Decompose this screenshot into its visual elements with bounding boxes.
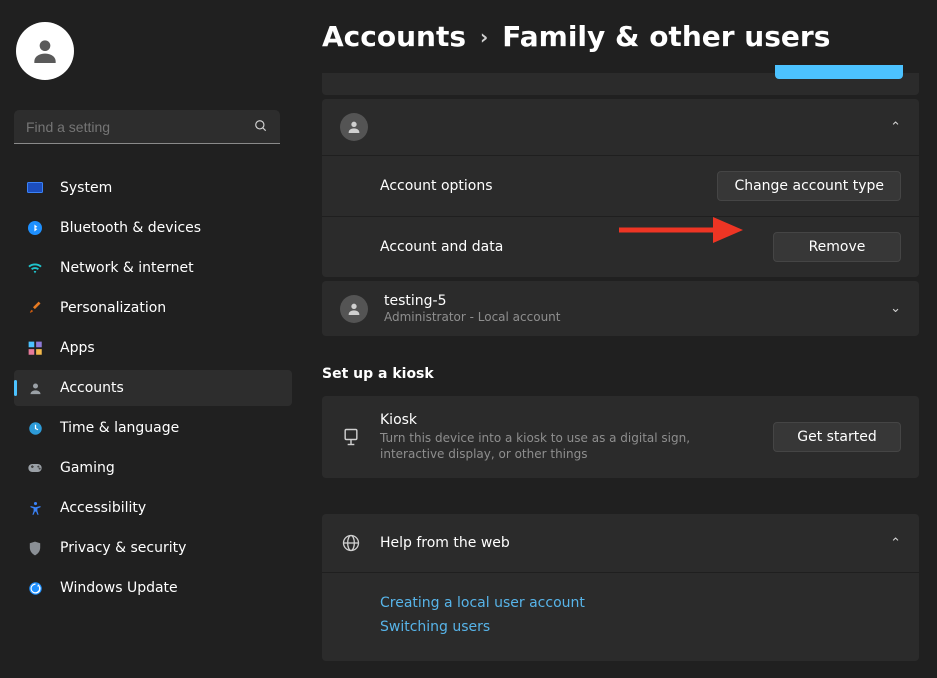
nav-item-accounts[interactable]: Accounts [14, 370, 292, 406]
chevron-right-icon: › [480, 25, 488, 49]
nav-item-windows-update[interactable]: Windows Update [14, 570, 292, 606]
chevron-down-icon: ⌄ [890, 301, 901, 316]
gaming-icon [26, 459, 44, 477]
nav-item-bluetooth[interactable]: Bluetooth & devices [14, 210, 292, 246]
nav-item-gaming[interactable]: Gaming [14, 450, 292, 486]
kiosk-section-title: Set up a kiosk [322, 366, 919, 382]
nav-label: Accounts [60, 380, 124, 396]
shield-icon [26, 539, 44, 557]
apps-icon [26, 339, 44, 357]
nav-label: Gaming [60, 460, 115, 476]
nav-label: Personalization [60, 300, 166, 316]
nav-item-time-language[interactable]: Time & language [14, 410, 292, 446]
nav-list: System Bluetooth & devices Network & int… [14, 170, 292, 606]
user-role: Administrator - Local account [384, 310, 890, 324]
person-icon [346, 301, 362, 317]
nav-label: Bluetooth & devices [60, 220, 201, 236]
account-options-row: Account options Change account type [322, 155, 919, 216]
brush-icon [26, 299, 44, 317]
main-content: Accounts › Family & other users ⌃ Accoun… [300, 0, 937, 678]
accounts-icon [26, 379, 44, 397]
nav-label: Time & language [60, 420, 179, 436]
system-icon [26, 179, 44, 197]
bluetooth-icon [26, 219, 44, 237]
nav-label: Accessibility [60, 500, 146, 516]
profile-avatar[interactable] [16, 22, 74, 80]
breadcrumb: Accounts › Family & other users [322, 20, 919, 53]
chevron-up-icon: ⌃ [890, 120, 901, 135]
nav-item-personalization[interactable]: Personalization [14, 290, 292, 326]
help-links: Creating a local user account Switching … [322, 572, 919, 661]
add-account-banner [322, 73, 919, 95]
nav-item-apps[interactable]: Apps [14, 330, 292, 366]
kiosk-description: Turn this device into a kiosk to use as … [380, 430, 750, 462]
nav-label: Windows Update [60, 580, 178, 596]
nav-label: Apps [60, 340, 95, 356]
person-icon [346, 119, 362, 135]
kiosk-icon [340, 426, 362, 448]
search-icon [254, 119, 268, 137]
user-name: testing-5 [384, 293, 890, 309]
user-avatar-small [340, 113, 368, 141]
account-options-label: Account options [380, 178, 717, 194]
nav-item-network[interactable]: Network & internet [14, 250, 292, 286]
person-icon [29, 35, 61, 67]
breadcrumb-parent[interactable]: Accounts [322, 20, 466, 53]
account-data-row: Account and data Remove [322, 216, 919, 277]
nav-label: Privacy & security [60, 540, 186, 556]
sidebar: System Bluetooth & devices Network & int… [0, 0, 300, 678]
help-title: Help from the web [380, 535, 890, 551]
user-card-expanded: ⌃ Account options Change account type Ac… [322, 99, 919, 277]
user-avatar-small [340, 295, 368, 323]
search-box[interactable] [14, 110, 280, 144]
change-account-type-button[interactable]: Change account type [717, 171, 901, 201]
remove-button[interactable]: Remove [773, 232, 901, 262]
update-icon [26, 579, 44, 597]
wifi-icon [26, 259, 44, 277]
user-card-collapsed[interactable]: testing-5 Administrator - Local account … [322, 281, 919, 336]
chevron-up-icon: ⌃ [890, 536, 901, 551]
help-card: Help from the web ⌃ Creating a local use… [322, 514, 919, 661]
breadcrumb-current: Family & other users [502, 20, 830, 53]
help-link-switching-users[interactable]: Switching users [380, 619, 901, 635]
help-header[interactable]: Help from the web ⌃ [322, 514, 919, 572]
search-input[interactable] [26, 119, 244, 135]
kiosk-title: Kiosk [380, 412, 773, 428]
accessibility-icon [26, 499, 44, 517]
nav-item-privacy[interactable]: Privacy & security [14, 530, 292, 566]
nav-label: Network & internet [60, 260, 194, 276]
nav-item-accessibility[interactable]: Accessibility [14, 490, 292, 526]
get-started-button[interactable]: Get started [773, 422, 901, 452]
globe-icon [340, 532, 362, 554]
nav-item-system[interactable]: System [14, 170, 292, 206]
account-data-label: Account and data [380, 239, 773, 255]
user-card-header[interactable]: ⌃ [322, 99, 919, 155]
help-link-local-account[interactable]: Creating a local user account [380, 595, 901, 611]
clock-icon [26, 419, 44, 437]
nav-label: System [60, 180, 112, 196]
kiosk-card: Kiosk Turn this device into a kiosk to u… [322, 396, 919, 478]
